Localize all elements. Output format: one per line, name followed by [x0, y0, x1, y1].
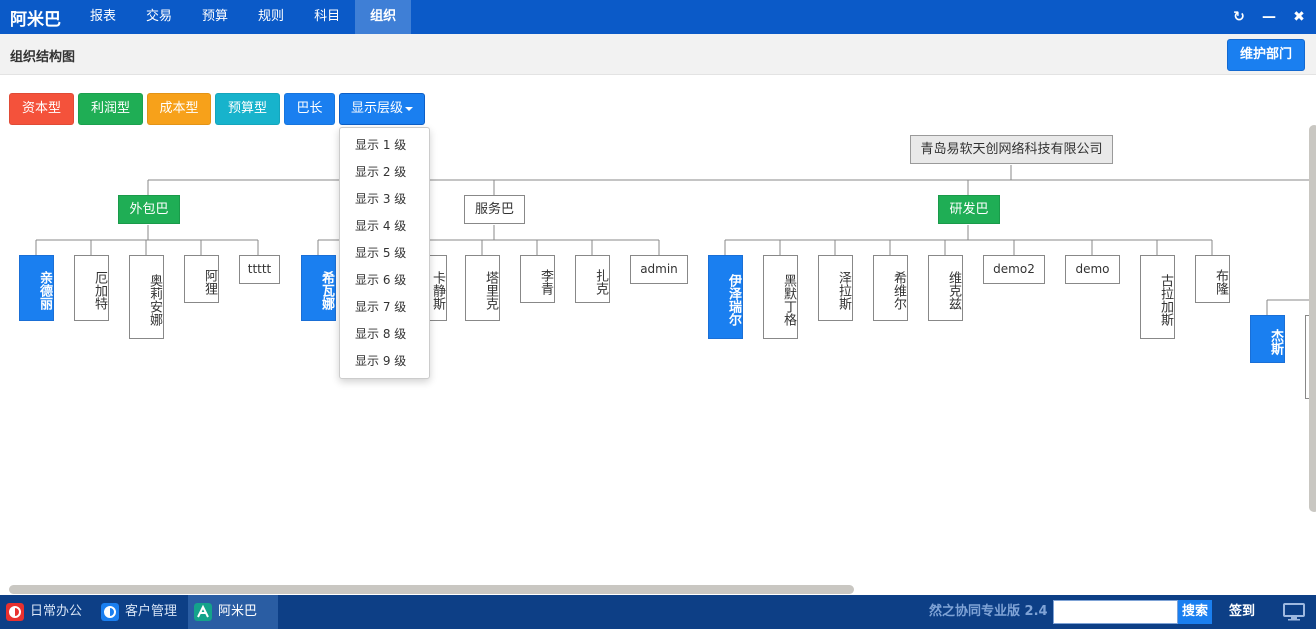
page-header: 组织结构图 维护部门	[0, 34, 1316, 75]
window-controls: ↻ — ✖	[1232, 0, 1306, 34]
display-level-option[interactable]: 显示 1 级	[340, 132, 429, 159]
legend-cost-type-button[interactable]: 成本型	[147, 93, 211, 125]
nav-item-rules[interactable]: 规则	[243, 0, 299, 34]
display-level-option[interactable]: 显示 3 级	[340, 186, 429, 213]
nav-item-organization[interactable]: 组织	[355, 0, 412, 34]
display-level-label: 显示层级	[350, 101, 403, 116]
nav-item-budget[interactable]: 预算	[187, 0, 243, 34]
org-node-member[interactable]: admin	[630, 255, 688, 284]
nav-item-subjects[interactable]: 科目	[299, 0, 355, 34]
display-level-option[interactable]: 显示 6 级	[340, 267, 429, 294]
minimize-icon[interactable]: —	[1262, 9, 1276, 25]
desktop-icon[interactable]	[1283, 603, 1305, 621]
org-node-member[interactable]: 黑默丁格	[763, 255, 798, 339]
org-node-member[interactable]: 泽拉斯	[818, 255, 853, 321]
nav-item-reports[interactable]: 报表	[75, 0, 131, 34]
org-node-root[interactable]: 青岛易软天创网络科技有限公司	[910, 135, 1113, 164]
display-level-dropdown-button[interactable]: 显示层级	[339, 93, 425, 125]
app-window: 阿米巴 报表 交易 预算 规则 科目 组织 ↻ — ✖ 组织结构图 维护部门 资…	[0, 0, 1316, 629]
org-node-group-outsourcing[interactable]: 外包巴	[118, 195, 180, 224]
refresh-icon[interactable]: ↻	[1232, 9, 1246, 25]
display-level-option[interactable]: 显示 8 级	[340, 321, 429, 348]
legend-profit-type-button[interactable]: 利润型	[78, 93, 143, 125]
nav-item-transactions[interactable]: 交易	[131, 0, 187, 34]
brand-logo[interactable]: 阿米巴	[0, 5, 75, 30]
org-node-member[interactable]: 杰斯	[1250, 315, 1285, 363]
org-node-member[interactable]: 扎克	[575, 255, 610, 303]
close-icon[interactable]: ✖	[1292, 9, 1306, 25]
org-node-member[interactable]: demo2	[983, 255, 1045, 284]
task-amoeba[interactable]: 阿米巴	[188, 595, 278, 629]
legend-budget-type-button[interactable]: 预算型	[215, 93, 280, 125]
org-node-member[interactable]: 塔里克	[465, 255, 500, 321]
page-title: 组织结构图	[10, 50, 76, 65]
taskbar: 日常办公 客户管理 阿米巴 然之协同专业版 2.4 搜索 签到	[0, 595, 1316, 629]
org-node-member[interactable]: 古拉加斯	[1140, 255, 1175, 339]
display-level-option[interactable]: 显示 5 级	[340, 240, 429, 267]
search-input[interactable]	[1053, 600, 1178, 624]
org-node-member[interactable]: 维克兹	[928, 255, 963, 321]
maintain-departments-button[interactable]: 维护部门	[1227, 39, 1305, 71]
org-node-member[interactable]: demo	[1065, 255, 1120, 284]
version-label: 然之协同专业版 2.4	[929, 604, 1048, 619]
display-level-menu: 显示 1 级 显示 2 级 显示 3 级 显示 4 级 显示 5 级 显示 6 …	[339, 127, 430, 379]
search-button[interactable]: 搜索	[1178, 600, 1212, 624]
task-label: 阿米巴	[218, 604, 258, 619]
daily-office-icon	[6, 603, 24, 621]
horizontal-scrollbar[interactable]	[9, 585, 854, 594]
task-label: 客户管理	[125, 604, 178, 619]
caret-down-icon	[405, 106, 413, 111]
task-daily-office[interactable]: 日常办公	[0, 595, 88, 629]
org-chart-connectors	[35, 165, 1316, 315]
org-node-member[interactable]: 厄加特	[74, 255, 109, 321]
display-level-option[interactable]: 显示 7 级	[340, 294, 429, 321]
legend-capital-type-button[interactable]: 资本型	[9, 93, 74, 125]
org-node-member[interactable]: 亲德丽	[19, 255, 54, 321]
top-navbar: 阿米巴 报表 交易 预算 规则 科目 组织 ↻ — ✖	[0, 0, 1316, 34]
display-level-option[interactable]: 显示 9 级	[340, 348, 429, 375]
org-node-member[interactable]: 布隆	[1195, 255, 1230, 303]
amoeba-icon	[194, 603, 212, 621]
signin-button[interactable]: 签到	[1229, 595, 1255, 629]
org-node-member[interactable]: 希维尔	[873, 255, 908, 321]
task-crm[interactable]: 客户管理	[95, 595, 183, 629]
legend-leader-button[interactable]: 巴长	[284, 93, 335, 125]
display-level-option[interactable]: 显示 4 级	[340, 213, 429, 240]
crm-icon	[101, 603, 119, 621]
org-node-group-rnd[interactable]: 研发巴	[938, 195, 1000, 224]
org-node-member[interactable]: 奥莉安娜	[129, 255, 164, 339]
display-level-option[interactable]: 显示 2 级	[340, 159, 429, 186]
org-node-member[interactable]: 李青	[520, 255, 555, 303]
org-node-member[interactable]: 伊泽瑞尔	[708, 255, 743, 339]
task-label: 日常办公	[30, 604, 83, 619]
vertical-scrollbar[interactable]	[1309, 125, 1316, 512]
org-chart-canvas[interactable]: 青岛易软天创网络科技有限公司 外包巴 服务巴 研发巴 亲德丽 厄加特 奥莉安娜 …	[0, 128, 1316, 595]
org-node-member[interactable]: 希瓦娜	[301, 255, 336, 321]
main-nav: 报表 交易 预算 规则 科目 组织	[75, 0, 412, 34]
org-node-group-service[interactable]: 服务巴	[464, 195, 525, 224]
org-node-member[interactable]: ttttt	[239, 255, 280, 284]
org-node-member[interactable]: 阿狸	[184, 255, 219, 303]
